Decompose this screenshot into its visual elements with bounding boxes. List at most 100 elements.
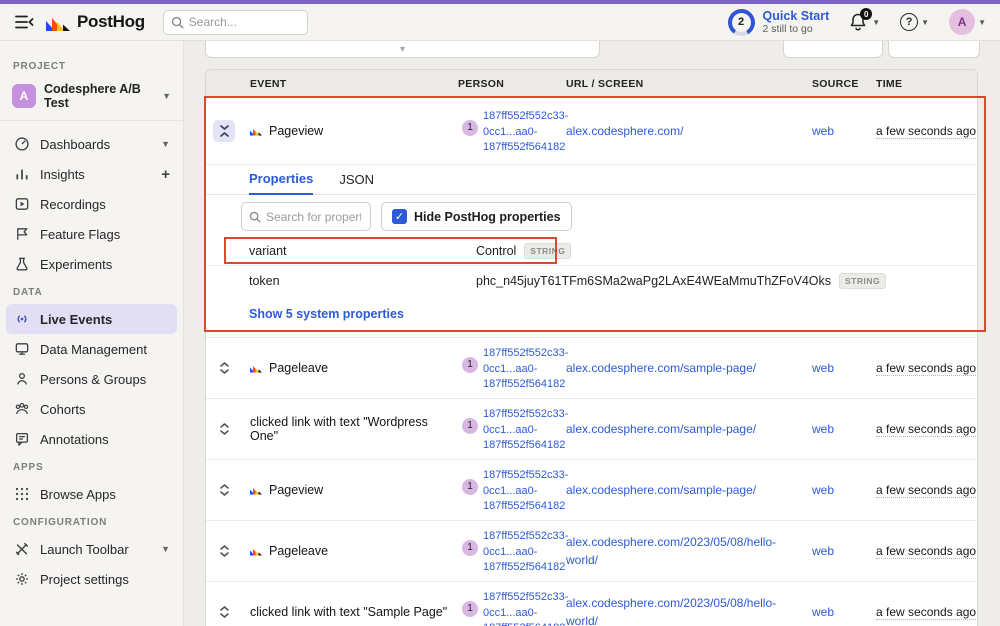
sidebar-item-label: Dashboards <box>40 136 111 152</box>
monitor-icon <box>13 341 31 357</box>
sidebar: PROJECT A Codesphere A/B Test ▼ Dashboar… <box>0 41 184 626</box>
time-ago: a few seconds ago <box>876 124 977 139</box>
person-id-link[interactable]: 187ff552f552c33- 0cc1...aa0- 187ff552f56… <box>483 343 568 394</box>
sidebar-item-label: Live Events <box>40 311 113 327</box>
person-link[interactable]: 1 187ff552f552c33- 0cc1...aa0- 187ff552f… <box>456 106 568 157</box>
url-link[interactable]: alex.codesphere.com/2023/05/08/hello-wor… <box>566 596 776 626</box>
person-id-link[interactable]: 187ff552f552c33- 0cc1...aa0- 187ff552f56… <box>483 404 568 455</box>
search-input[interactable] <box>188 15 289 29</box>
source-link[interactable]: web <box>812 124 834 138</box>
sidebar-item-label: Project settings <box>40 571 129 587</box>
property-search-input[interactable] <box>266 209 361 224</box>
sidebar-item-label: Browse Apps <box>40 486 116 502</box>
url-link[interactable]: alex.codesphere.com/ <box>566 124 683 138</box>
event-pageleave-icon <box>250 549 262 556</box>
sidebar-item-browse-apps[interactable]: Browse Apps <box>0 479 183 509</box>
project-switcher[interactable]: A Codesphere A/B Test ▼ <box>0 78 183 121</box>
tools-icon <box>13 541 31 557</box>
person-link[interactable]: 1 187ff552f552c33- 0cc1...aa0- 187ff552f… <box>456 465 568 516</box>
sidebar-item-data-management[interactable]: Data Management <box>0 334 183 364</box>
source-link[interactable]: web <box>812 544 834 558</box>
posthog-logo[interactable]: PostHog <box>46 12 145 32</box>
hide-posthog-properties-toggle[interactable]: ✓ Hide PostHog properties <box>381 202 572 231</box>
filter-control-partial[interactable] <box>888 41 980 58</box>
show-system-properties-link[interactable]: Show 5 system properties <box>249 307 404 321</box>
tab-properties[interactable]: Properties <box>249 171 314 195</box>
person-link[interactable]: 1 187ff552f552c33- 0cc1...aa0- 187ff552f… <box>456 404 568 455</box>
sidebar-item-feature-flags[interactable]: Feature Flags <box>0 219 183 249</box>
sidebar-item-label: Annotations <box>40 431 109 447</box>
sidebar-item-annotations[interactable]: Annotations <box>0 424 183 454</box>
sidebar-item-cohorts[interactable]: Cohorts <box>0 394 183 424</box>
source-link[interactable]: web <box>812 605 834 619</box>
sidebar-section-configuration: CONFIGURATION <box>13 517 108 528</box>
source-link[interactable]: web <box>812 361 834 375</box>
hide-posthog-properties-label: Hide PostHog properties <box>414 209 561 224</box>
expand-row-icon[interactable] <box>216 602 232 622</box>
sidebar-item-insights[interactable]: Insights + <box>0 159 183 189</box>
collapse-row-icon[interactable] <box>213 120 235 142</box>
notifications-button[interactable]: 0 ▼ <box>849 8 880 32</box>
expand-row-icon[interactable] <box>216 541 232 561</box>
sidebar-collapse-icon[interactable] <box>14 13 36 31</box>
time-ago: a few seconds ago <box>876 544 977 559</box>
source-link[interactable]: web <box>812 483 834 497</box>
table-row: Pageleave 1 187ff552f552c33- 0cc1...aa0-… <box>206 338 977 399</box>
property-key: variant <box>249 244 287 258</box>
new-insight-icon[interactable]: + <box>161 167 170 182</box>
url-link[interactable]: alex.codesphere.com/sample-page/ <box>566 361 756 375</box>
expand-row-icon[interactable] <box>216 480 232 500</box>
url-link[interactable]: alex.codesphere.com/sample-page/ <box>566 483 756 497</box>
property-value: Control <box>476 244 517 258</box>
url-link[interactable]: alex.codesphere.com/2023/05/08/hello-wor… <box>566 535 776 567</box>
checkbox-checked-icon[interactable]: ✓ <box>392 209 407 224</box>
property-value: phc_n45juyT61TFm6SMa2waPg2LAxE4WEaMmuThZ… <box>476 273 832 288</box>
search-icon <box>249 211 261 223</box>
event-pageview-icon <box>250 488 262 495</box>
global-search[interactable] <box>162 9 308 35</box>
property-row-variant: variant Control STRING <box>206 237 977 266</box>
property-type-badge: STRING <box>524 243 572 259</box>
sidebar-item-label: Launch Toolbar <box>40 541 129 557</box>
person-count-badge: 1 <box>462 478 478 495</box>
quick-start-button[interactable]: 2 Quick Start 2 still to go <box>727 8 829 36</box>
person-link[interactable]: 1 187ff552f552c33- 0cc1...aa0- 187ff552f… <box>456 343 568 394</box>
expand-row-icon[interactable] <box>216 419 232 439</box>
quick-start-progress-value: 2 <box>731 12 751 32</box>
live-events-icon <box>13 311 31 327</box>
url-link[interactable]: alex.codesphere.com/sample-page/ <box>566 422 756 436</box>
account-menu-button[interactable]: A ▼ <box>949 9 986 35</box>
person-id-link[interactable]: 187ff552f552c33- 0cc1...aa0- 187ff552f56… <box>483 526 568 577</box>
person-link[interactable]: 1 187ff552f552c33- 0cc1...aa0- 187ff552f… <box>456 587 568 626</box>
sidebar-item-live-events[interactable]: Live Events <box>6 304 177 334</box>
sidebar-item-experiments[interactable]: Experiments <box>0 249 183 279</box>
flag-icon <box>13 226 31 242</box>
tab-json[interactable]: JSON <box>339 172 374 194</box>
person-id-link[interactable]: 187ff552f552c33- 0cc1...aa0- 187ff552f56… <box>483 106 568 157</box>
property-row-token: token phc_n45juyT61TFm6SMa2waPg2LAxE4WEa… <box>206 266 977 295</box>
person-id-link[interactable]: 187ff552f552c33- 0cc1...aa0- 187ff552f56… <box>483 465 568 516</box>
sidebar-item-recordings[interactable]: Recordings <box>0 189 183 219</box>
table-row: Pageleave 1 187ff552f552c33- 0cc1...aa0-… <box>206 521 977 582</box>
main-content: ▼ EVENT PERSON URL / SCREEN SOURCE TIME <box>184 41 1000 626</box>
sidebar-item-dashboards[interactable]: Dashboards ▼ <box>0 129 183 159</box>
person-count-badge: 1 <box>462 119 478 136</box>
person-link[interactable]: 1 187ff552f552c33- 0cc1...aa0- 187ff552f… <box>456 526 568 577</box>
sidebar-item-persons-groups[interactable]: Persons & Groups <box>0 364 183 394</box>
column-header-source: SOURCE <box>812 77 859 90</box>
property-key: token <box>249 273 280 288</box>
person-id-link[interactable]: 187ff552f552c33- 0cc1...aa0- 187ff552f56… <box>483 587 568 626</box>
flask-icon <box>13 256 31 272</box>
filter-control-partial[interactable] <box>783 41 883 58</box>
properties-toolbar: ✓ Hide PostHog properties <box>206 195 977 237</box>
help-button[interactable]: ? ▼ <box>900 13 929 31</box>
sidebar-item-label: Cohorts <box>40 401 86 417</box>
expand-row-icon[interactable] <box>216 358 232 378</box>
sidebar-item-launch-toolbar[interactable]: Launch Toolbar ▼ <box>0 534 183 564</box>
source-link[interactable]: web <box>812 422 834 436</box>
sidebar-item-label: Insights <box>40 166 85 182</box>
notification-badge: 0 <box>860 8 873 20</box>
event-filter-dropdown-partial[interactable]: ▼ <box>205 41 600 58</box>
property-search[interactable] <box>241 202 371 231</box>
sidebar-item-project-settings[interactable]: Project settings <box>0 564 183 594</box>
